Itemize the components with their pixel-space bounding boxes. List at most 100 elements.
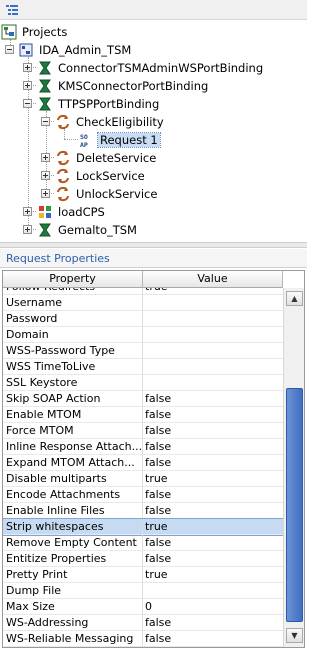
tree-node-binding[interactable]: KMSConnectorPortBinding — [37, 77, 210, 95]
tree-node-operation[interactable]: LockService — [55, 167, 147, 185]
property-name-cell: WS-Addressing — [3, 615, 143, 630]
table-row[interactable]: WS-Addressing false — [3, 615, 283, 631]
tree-node-binding[interactable]: ConnectorTSMAdminWSPortBinding — [37, 59, 265, 77]
property-value-cell[interactable]: false — [143, 455, 283, 470]
scroll-up-button[interactable]: ▲ — [286, 291, 303, 306]
tree-node-label: CheckEligibility — [76, 115, 164, 129]
expand-toggle[interactable] — [41, 189, 50, 198]
property-name-cell: Follow Redirects — [3, 288, 143, 294]
table-row[interactable]: Disable multiparts true — [3, 471, 283, 487]
property-value-cell[interactable]: false — [143, 615, 283, 630]
property-value-cell[interactable] — [143, 375, 283, 390]
expand-toggle[interactable] — [23, 81, 32, 90]
table-row[interactable]: Username — [3, 295, 283, 311]
table-row[interactable]: Follow Redirectstrue — [3, 288, 283, 295]
expand-toggle[interactable] — [23, 225, 32, 234]
table-row[interactable]: Pretty Print true — [3, 567, 283, 583]
panel-splitter[interactable] — [0, 242, 307, 248]
property-value-cell[interactable] — [143, 311, 283, 326]
vertical-scrollbar[interactable]: ▲ ▼ — [283, 288, 304, 647]
property-name-cell: SSL Keystore — [3, 375, 143, 390]
expand-toggle[interactable] — [23, 207, 32, 216]
property-value-cell[interactable]: true — [143, 288, 283, 294]
table-row[interactable]: Domain — [3, 327, 283, 343]
column-header-value[interactable]: Value — [143, 271, 283, 288]
table-row[interactable]: WSS TimeToLive — [3, 359, 283, 375]
tree-node-testsuite[interactable]: loadCPS — [37, 203, 107, 221]
property-name-cell: Enable Inline Files — [3, 503, 143, 518]
testsuite-icon — [39, 206, 51, 218]
expand-toggle[interactable] — [23, 63, 32, 72]
property-value-cell[interactable]: false — [143, 487, 283, 502]
project-tree[interactable]: Projects IDA_Admin_TSM ConnectorTSMAdmin… — [0, 21, 307, 240]
property-name-cell: Skip SOAP Action — [3, 391, 143, 406]
property-value-cell[interactable]: false — [143, 423, 283, 438]
table-row[interactable]: Dump File — [3, 583, 283, 599]
table-row[interactable]: Remove Empty Content false — [3, 535, 283, 551]
collapse-toggle[interactable] — [41, 117, 50, 126]
table-row[interactable]: Encode Attachments false — [3, 487, 283, 503]
table-row[interactable]: WSS-Password Type — [3, 343, 283, 359]
operation-icon — [57, 114, 69, 130]
operation-icon — [57, 168, 69, 184]
tree-node-binding[interactable]: Gemalto_TSM — [37, 221, 139, 239]
table-row[interactable]: Entitize Properties false — [3, 551, 283, 567]
table-row[interactable]: Enable Inline Files false — [3, 503, 283, 519]
table-row[interactable]: Enable MTOM false — [3, 407, 283, 423]
collapse-toggle[interactable] — [5, 45, 14, 54]
tree-node-label: Request 1 — [97, 132, 161, 148]
tree-view-icon[interactable] — [5, 3, 19, 17]
tree-node-request[interactable]: SO AP Request 1 — [79, 131, 161, 149]
panel-title: Request Properties — [0, 249, 307, 268]
project-icon — [19, 43, 33, 57]
table-row[interactable]: Force MTOM false — [3, 423, 283, 439]
property-value-cell[interactable] — [143, 359, 283, 374]
property-value-cell[interactable] — [143, 295, 283, 310]
property-value-cell[interactable]: false — [143, 407, 283, 422]
scroll-down-icon: ▼ — [291, 631, 298, 640]
tree-node-operation[interactable]: UnlockService — [55, 185, 159, 203]
collapse-toggle[interactable] — [23, 99, 32, 108]
property-value-cell[interactable]: false — [143, 391, 283, 406]
property-value-cell[interactable] — [143, 583, 283, 598]
table-row[interactable]: WS-Reliable Messaging false — [3, 631, 283, 647]
property-value-cell[interactable]: true — [143, 471, 283, 486]
scrollbar-thumb[interactable] — [286, 388, 303, 622]
property-value-cell[interactable] — [143, 343, 283, 358]
table-row[interactable]: Strip whitespaces true — [3, 518, 283, 536]
tree-node-project[interactable]: IDA_Admin_TSM — [18, 41, 133, 59]
operation-icon — [57, 150, 69, 166]
property-name-cell: Username — [3, 295, 143, 310]
svg-text:SO: SO — [80, 133, 88, 141]
tree-node-projects[interactable]: Projects — [1, 23, 69, 41]
tree-node-label: Projects — [22, 25, 68, 39]
property-name-cell: Password — [3, 311, 143, 326]
property-value-cell[interactable]: false — [143, 631, 283, 646]
tree-node-binding[interactable]: TTPSPPortBinding — [37, 95, 161, 113]
expand-toggle[interactable] — [41, 171, 50, 180]
table-row[interactable]: Expand MTOM Attach... false — [3, 455, 283, 471]
property-name-cell: Inline Response Attach... — [3, 439, 143, 454]
table-row[interactable]: Password — [3, 311, 283, 327]
table-row[interactable]: Max Size 0 — [3, 599, 283, 615]
property-value-cell[interactable]: false — [143, 535, 283, 550]
tree-node-label: UnlockService — [76, 187, 158, 201]
tree-node-operation[interactable]: CheckEligibility — [55, 113, 166, 131]
property-name-cell: Pretty Print — [3, 567, 143, 582]
column-header-property[interactable]: Property — [3, 271, 143, 288]
table-row[interactable]: SSL Keystore — [3, 375, 283, 391]
property-value-cell[interactable]: false — [143, 503, 283, 518]
property-value-cell[interactable]: true — [143, 567, 283, 582]
table-header: Property Value — [3, 271, 283, 288]
property-value-cell[interactable] — [143, 327, 283, 342]
expand-toggle[interactable] — [41, 153, 50, 162]
property-value-cell[interactable]: true — [143, 519, 283, 534]
tree-node-operation[interactable]: DeleteService — [55, 149, 158, 167]
table-row[interactable]: Inline Response Attach... false — [3, 439, 283, 455]
property-value-cell[interactable]: false — [143, 439, 283, 454]
table-row[interactable]: Skip SOAP Action false — [3, 391, 283, 407]
property-value-cell[interactable]: false — [143, 551, 283, 566]
property-name-cell: Enable MTOM — [3, 407, 143, 422]
scroll-down-button[interactable]: ▼ — [286, 628, 303, 643]
property-value-cell[interactable]: 0 — [143, 599, 283, 614]
